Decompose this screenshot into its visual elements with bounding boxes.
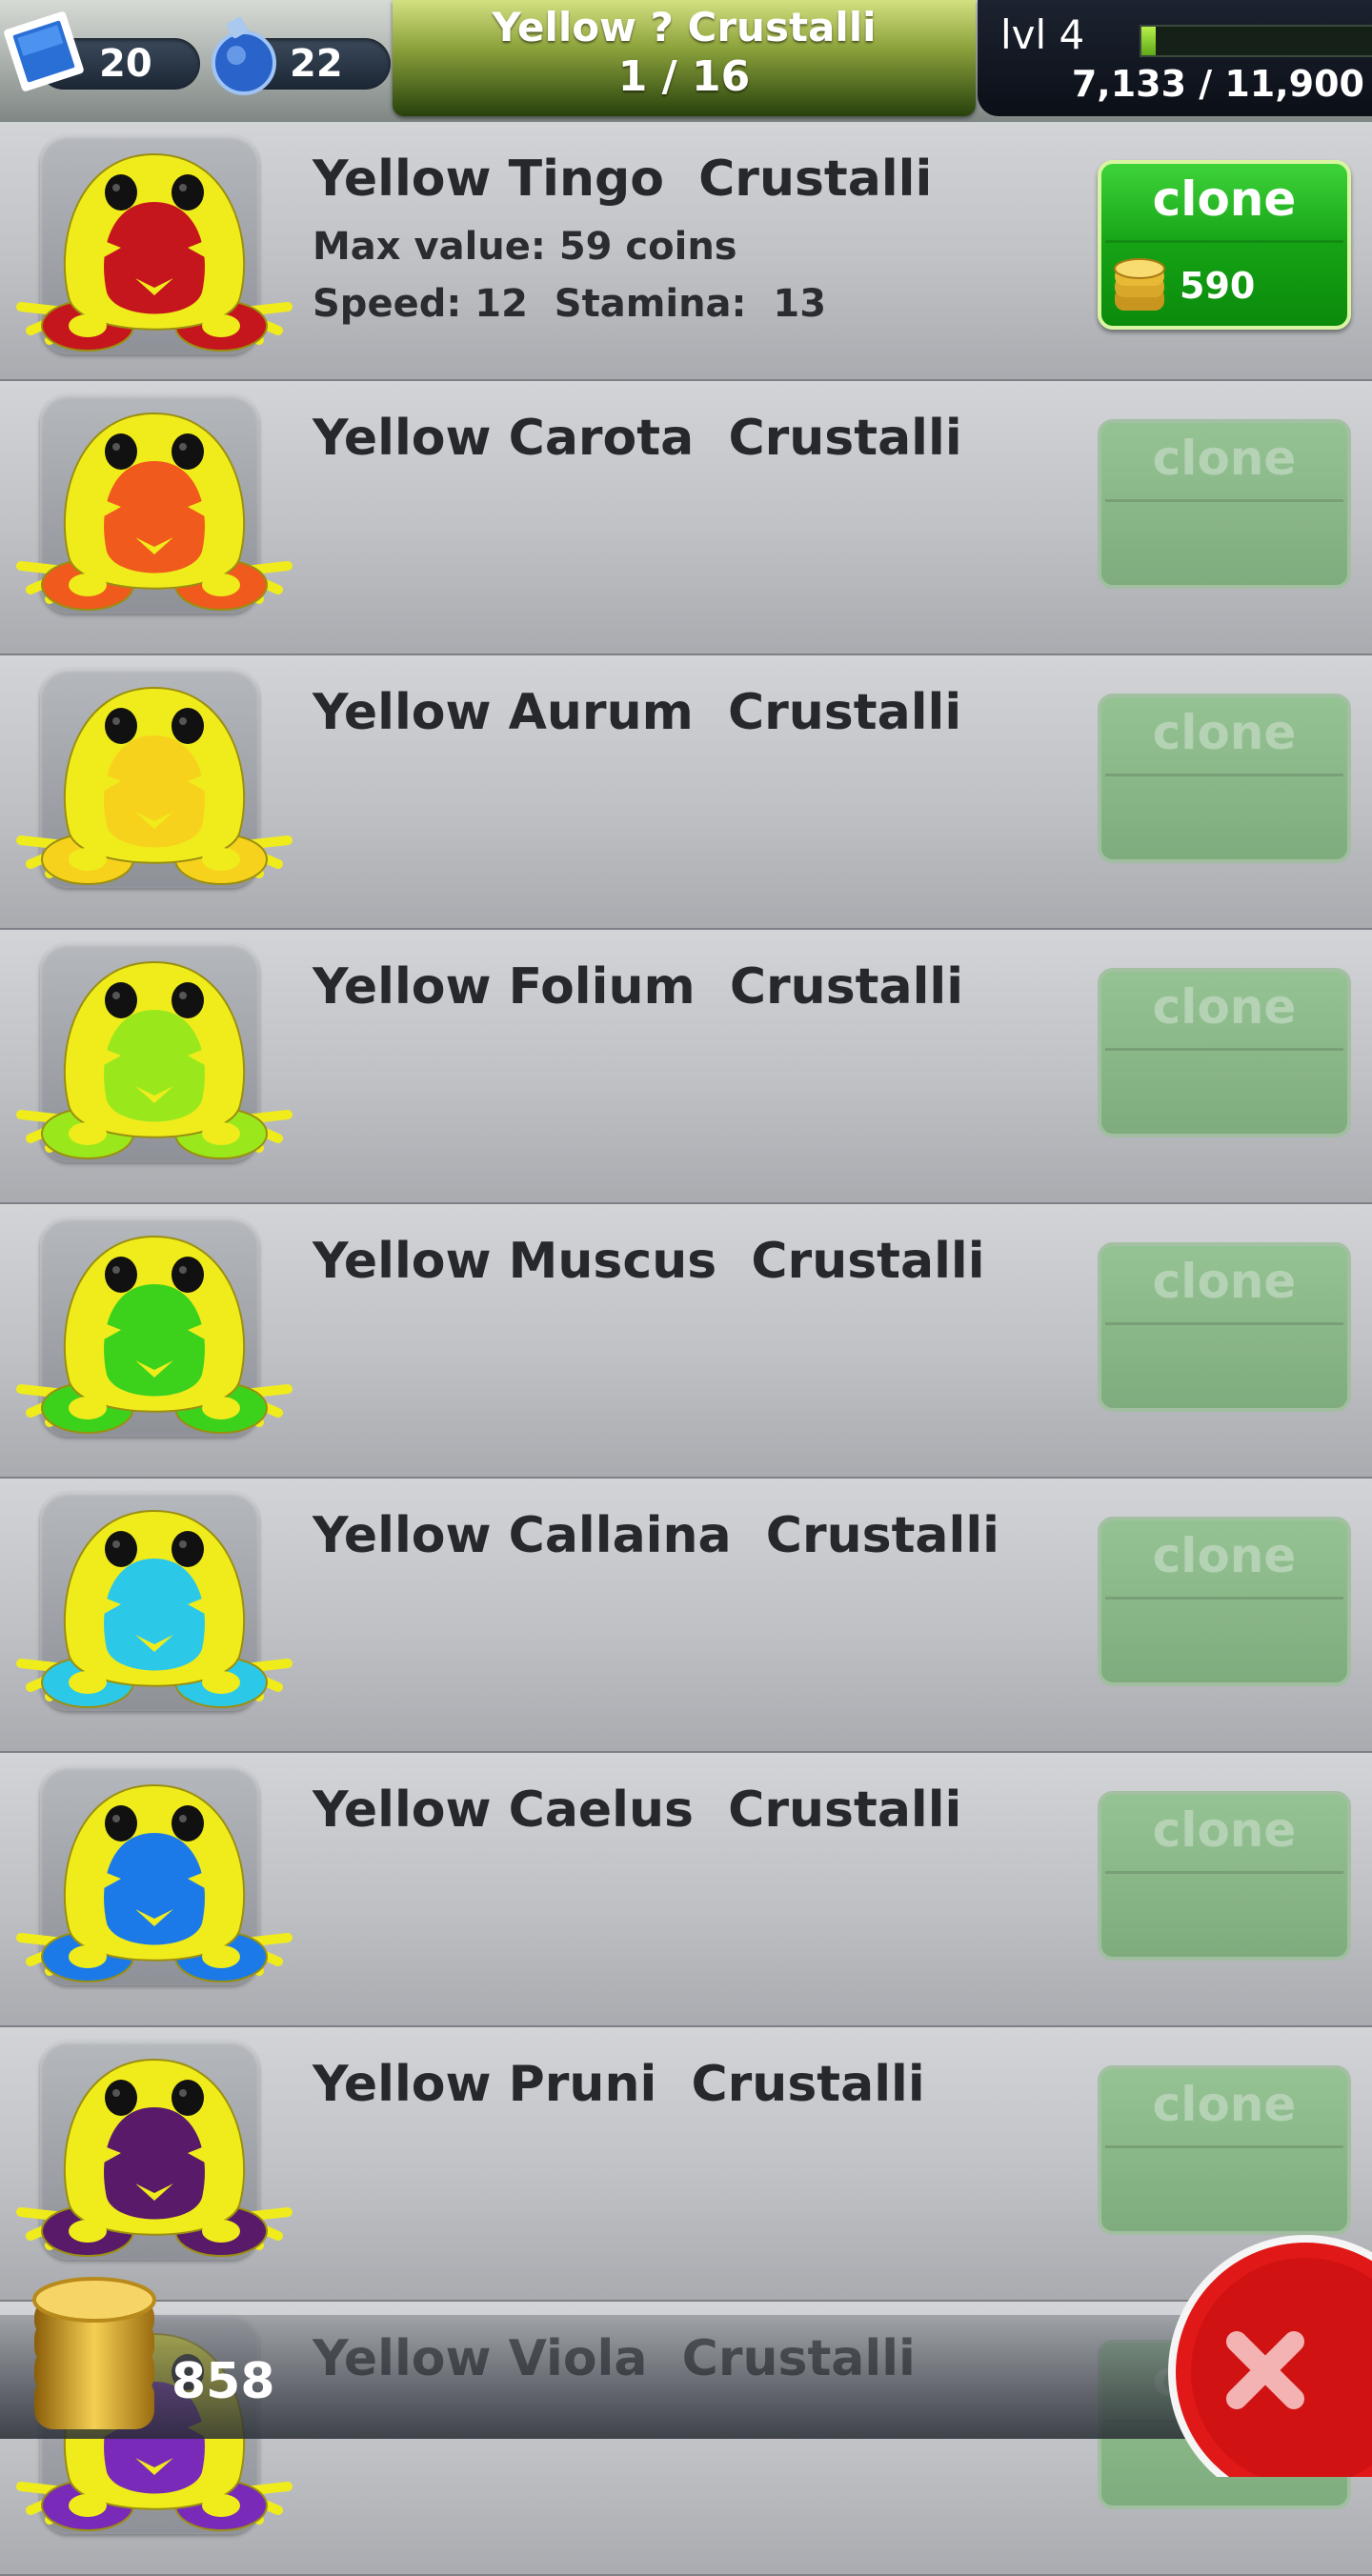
frog-tile[interactable] [16, 943, 293, 1162]
species-title: Yellow ? Crustalli [492, 4, 877, 50]
frog-tile[interactable] [16, 2041, 293, 2260]
coins-count: 858 [172, 2353, 275, 2410]
frog-icon [16, 152, 293, 352]
clone-button-label: clone [1152, 1254, 1297, 1309]
frog-name: Yellow Tingo Crustalli [313, 151, 933, 208]
frog-list-item[interactable]: Yellow Muscus Crustalli clone [0, 1204, 1372, 1479]
clone-divider [1105, 774, 1343, 776]
frog-name: Yellow Pruni Crustalli [313, 2056, 925, 2113]
clone-divider [1105, 1322, 1343, 1325]
frog-tile[interactable] [16, 1218, 293, 1437]
frog-stats: Speed: 12 Stamina: 13 [313, 282, 827, 326]
xp-text: 7,133 / 11,900 [1071, 63, 1364, 105]
frog-icon [16, 686, 293, 885]
clone-button-label: clone [1152, 1802, 1297, 1858]
clone-button-label: clone [1152, 2077, 1297, 2132]
coin-icon [1114, 258, 1165, 311]
clone-divider [1105, 499, 1343, 502]
frog-max-value: Max value: 59 coins [313, 225, 737, 269]
clone-divider [1105, 1048, 1343, 1051]
frog-list-item[interactable]: Yellow Folium Crustalli clone [0, 930, 1372, 1204]
clone-button: clone [1098, 1242, 1351, 1412]
potion-icon [212, 16, 276, 95]
clone-button: clone [1098, 1517, 1351, 1686]
frog-list[interactable]: Yellow Tingo Crustalli Max value: 59 coin… [0, 122, 1372, 2576]
level-label: lvl 4 [1000, 11, 1085, 58]
clone-divider [1105, 1597, 1343, 1600]
frog-tile[interactable] [16, 1492, 293, 1711]
frog-name: Yellow Carota Crustalli [313, 410, 962, 467]
frog-icon [16, 2058, 293, 2257]
clone-button-label: clone [1152, 171, 1297, 227]
clone-button: clone [1098, 1791, 1351, 1961]
stamps-count: 20 [99, 42, 152, 86]
frog-list-item[interactable]: Yellow Aurum Crustalli clone [0, 655, 1372, 930]
species-title-panel: Yellow ? Crustalli 1 / 16 [393, 0, 976, 116]
clone-button[interactable]: clone 590 [1098, 160, 1351, 330]
clone-button-label: clone [1152, 705, 1297, 760]
frog-list-item[interactable]: Yellow Callaina Crustalli clone [0, 1479, 1372, 1753]
frog-tile[interactable] [16, 394, 293, 614]
frog-icon [16, 412, 293, 611]
frog-list-item[interactable]: Yellow Carota Crustalli clone [0, 381, 1372, 655]
clone-price: 590 [1180, 265, 1256, 307]
potions-count: 22 [290, 42, 343, 86]
clone-divider [1105, 2145, 1343, 2148]
frog-name: Yellow Aurum Crustalli [313, 684, 962, 741]
frog-icon [16, 1783, 293, 1982]
frog-tile[interactable] [16, 135, 293, 354]
clone-button: clone [1098, 968, 1351, 1137]
level-panel: lvl 4 7,133 / 11,900 [978, 0, 1372, 116]
frog-icon [16, 1235, 293, 1434]
page-indicator: 1 / 16 [617, 52, 751, 101]
coin-stack-icon [32, 2277, 156, 2429]
frog-tile[interactable] [16, 1766, 293, 1985]
close-button[interactable] [1162, 2229, 1372, 2477]
clone-button-label: clone [1152, 431, 1297, 486]
clone-divider [1105, 1871, 1343, 1874]
frog-tile[interactable] [16, 669, 293, 888]
frog-list-item[interactable]: Yellow Caelus Crustalli clone [0, 1753, 1372, 2027]
clone-button: clone [1098, 419, 1351, 589]
clone-button-label: clone [1152, 979, 1297, 1035]
clone-divider [1105, 240, 1343, 243]
top-bar: 20 22 Yellow ? Crustalli 1 / 16 lvl 4 7,… [0, 0, 1372, 122]
frog-name: Yellow Muscus Crustalli [313, 1233, 985, 1290]
xp-bar [1140, 25, 1372, 57]
xp-bar-fill [1141, 27, 1156, 55]
frog-name: Yellow Folium Crustalli [313, 958, 964, 1016]
frog-list-item[interactable]: Yellow Tingo Crustalli Max value: 59 coin… [0, 122, 1372, 381]
frog-icon [16, 960, 293, 1159]
clone-button: clone [1098, 2065, 1351, 2235]
frog-name: Yellow Callaina Crustalli [313, 1507, 999, 1564]
frog-name: Yellow Caelus Crustalli [313, 1781, 962, 1839]
clone-button-label: clone [1152, 1528, 1297, 1583]
frog-icon [16, 1509, 293, 1708]
clone-button: clone [1098, 694, 1351, 863]
